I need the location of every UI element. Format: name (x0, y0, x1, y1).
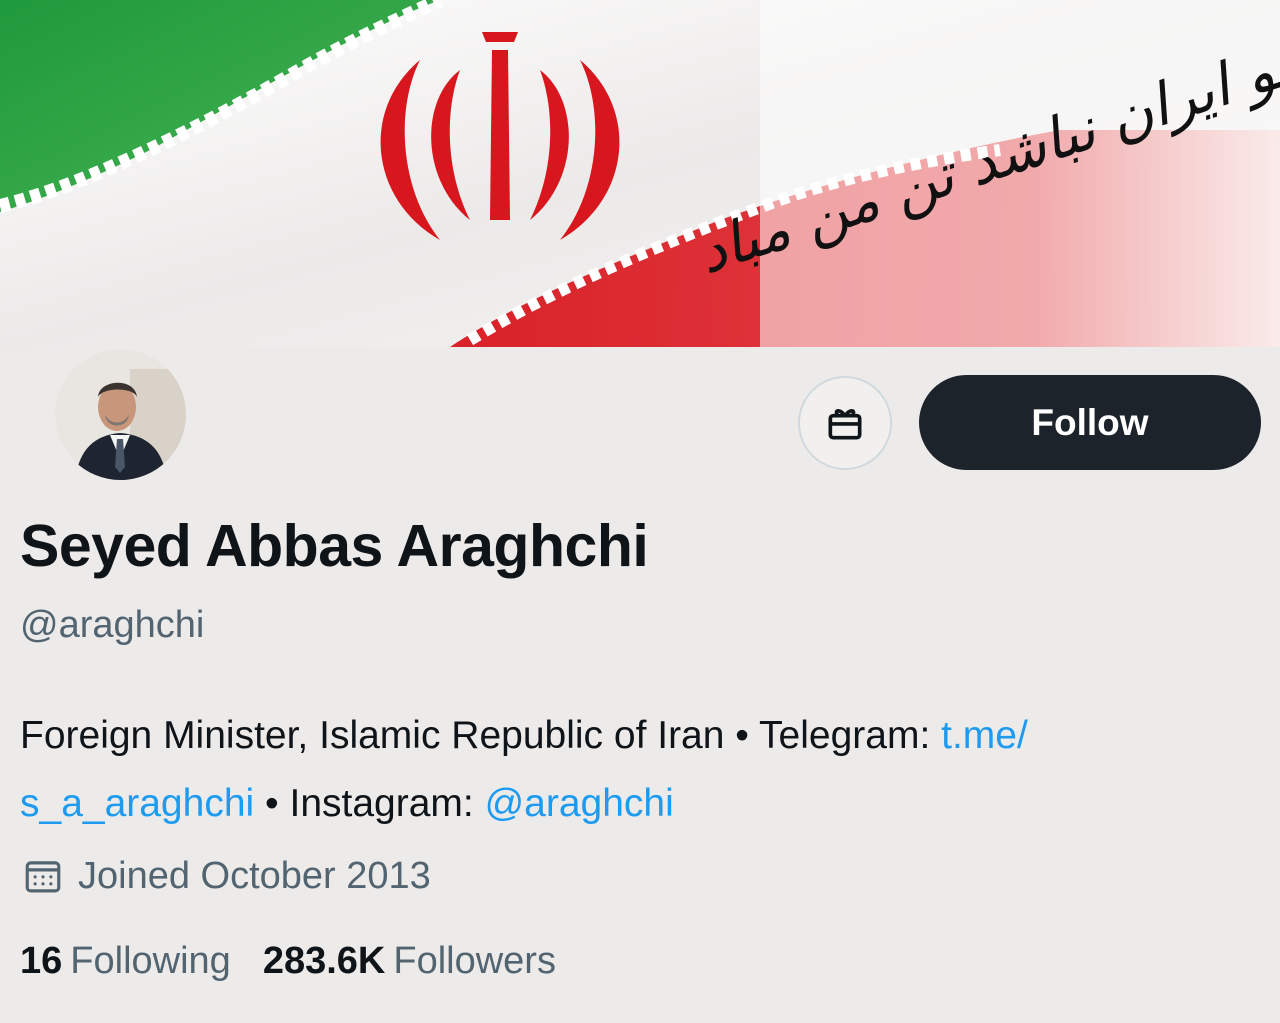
bio-line-1: Foreign Minister, Islamic Republic of Ir… (20, 702, 1270, 770)
follow-button[interactable]: Follow (919, 375, 1261, 470)
profile-bio: Foreign Minister, Islamic Republic of Ir… (20, 702, 1270, 838)
bio-text-instagram: • Instagram: (254, 782, 485, 825)
following-label: Following (70, 940, 231, 982)
bio-line-2: s_a_araghchi • Instagram: @araghchi (20, 770, 1270, 838)
follow-button-label: Follow (1031, 401, 1149, 443)
followers-count: 283.6K (262, 940, 386, 982)
joined-date: Joined October 2013 (22, 852, 431, 900)
telegram-link[interactable]: t.me/ (941, 714, 1028, 757)
followers-label: Followers (393, 940, 556, 982)
gift-button[interactable] (798, 376, 892, 470)
followers-link[interactable]: 283.6K Followers (263, 940, 556, 983)
bio-text: Foreign Minister, Islamic Republic of Ir… (20, 714, 942, 757)
telegram-link-continued[interactable]: s_a_araghchi (20, 782, 254, 825)
following-link[interactable]: 16 Following (20, 940, 231, 983)
profile-avatar[interactable] (55, 349, 186, 480)
following-count: 16 (20, 940, 63, 982)
gift-icon (828, 409, 862, 440)
iran-flag-banner-image: چو ایران نباشد تن من مباد (0, 0, 1280, 347)
instagram-link[interactable]: @araghchi (485, 782, 674, 825)
user-handle: @araghchi (20, 604, 205, 646)
display-name: Seyed Abbas Araghchi (20, 513, 649, 579)
follow-stats: 16 Following 283.6K Followers (20, 940, 588, 983)
calendar-icon (22, 855, 64, 897)
profile-banner[interactable]: چو ایران نباشد تن من مباد (0, 0, 1280, 347)
joined-text: Joined October 2013 (78, 854, 431, 897)
